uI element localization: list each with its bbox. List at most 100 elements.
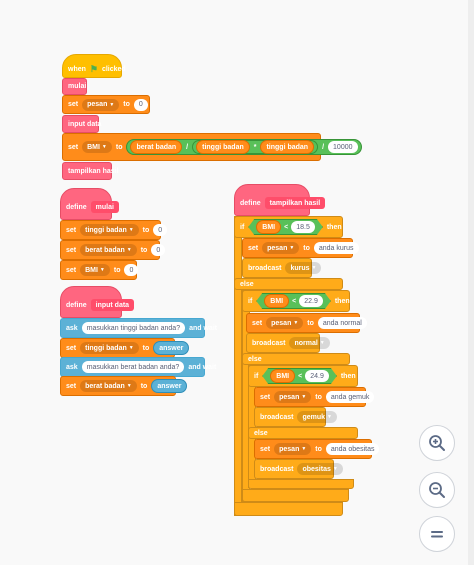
vertical-scrollbar[interactable] [468, 0, 474, 565]
call-tampilkan-hasil-block[interactable]: tampilkan hasil [62, 162, 119, 180]
answer-reporter[interactable]: answer [151, 379, 188, 393]
broadcast-gemuk-block[interactable]: broadcast gemuk ▼ [254, 407, 337, 427]
set-pesan-gemuk-block[interactable]: set pesan ▼ to anda gemuk [254, 387, 375, 407]
else-label: else [240, 280, 254, 288]
call-label: mulai [68, 83, 87, 90]
and-wait-label: and wait [188, 363, 217, 371]
procedure-name: input data [90, 299, 135, 311]
variable-dropdown[interactable]: pesan ▼ [266, 317, 304, 329]
variable-dropdown[interactable]: pesan ▼ [82, 98, 120, 111]
variable-dropdown[interactable]: BMI ▼ [82, 141, 112, 153]
tinggi-badan-reporter[interactable]: tinggi badan [196, 140, 250, 154]
broadcast-obesitas-block[interactable]: broadcast obesitas ▼ [254, 459, 343, 479]
define-tampilkan-hasil-block[interactable]: define tampilkan hasil [234, 184, 326, 216]
less-than-operator[interactable]: BMI < 18.5 [248, 219, 323, 235]
if-bmi-lt-18-5-block[interactable]: if BMI < 18.5 then [234, 216, 343, 238]
chevron-down-icon: ▼ [293, 320, 299, 326]
set-pesan-kurus-block[interactable]: set pesan ▼ to anda kurus [242, 238, 359, 258]
divide-label: / [186, 143, 189, 151]
call-mulai-block[interactable]: mulai [62, 78, 87, 95]
chevron-down-icon: ▼ [101, 144, 107, 150]
set-label: set [68, 101, 79, 108]
variable-dropdown[interactable]: pesan ▼ [274, 391, 312, 403]
to-label: to [113, 266, 121, 274]
question-input[interactable]: masukkan berat badan anda? [81, 361, 185, 373]
value-input[interactable]: anda normal [317, 317, 367, 329]
variable-dropdown[interactable]: pesan ▼ [262, 242, 300, 254]
threshold-input[interactable]: 18.5 [291, 221, 315, 233]
value-input[interactable]: anda obesitas [325, 443, 380, 455]
chevron-down-icon: ▼ [311, 265, 317, 271]
set-bmi-zero-block[interactable]: set BMI ▼ to 0 [60, 260, 139, 280]
berat-badan-reporter[interactable]: berat badan [130, 140, 183, 154]
variable-dropdown[interactable]: tinggi badan ▼ [80, 224, 139, 236]
define-input-data-block[interactable]: define input data [60, 286, 135, 318]
to-label: to [123, 101, 130, 108]
value-input[interactable]: 0 [133, 98, 148, 111]
zoom-out-button[interactable] [419, 472, 455, 508]
bmi-reporter[interactable]: BMI [264, 294, 289, 308]
message-dropdown[interactable]: obesitas ▼ [297, 463, 343, 475]
less-than-operator[interactable]: BMI < 22.9 [256, 293, 331, 309]
set-berat-badan-block[interactable]: set berat badan ▼ to 0 [60, 240, 166, 260]
to-label: to [140, 246, 148, 254]
answer-reporter[interactable]: answer [153, 341, 190, 355]
dropdown-label: berat badan [85, 246, 125, 254]
dropdown-label: pesan [279, 393, 300, 401]
divide-operator[interactable]: berat badan / tinggi badan * tinggi bada… [126, 139, 362, 155]
value-input[interactable]: anda gemuk [325, 391, 375, 403]
set-tinggi-answer-block[interactable]: set tinggi badan ▼ to answer [60, 338, 190, 358]
multiply-operator[interactable]: tinggi badan * tinggi badan [192, 140, 319, 154]
chevron-down-icon: ▼ [126, 247, 132, 253]
else-label: else [254, 429, 268, 437]
ask-tinggi-block[interactable]: ask masukkan tinggi badan anda? and wait [60, 318, 217, 338]
set-berat-answer-block[interactable]: set berat badan ▼ to answer [60, 376, 188, 396]
tinggi-badan-reporter[interactable]: tinggi badan [260, 140, 315, 154]
threshold-input[interactable]: 24.9 [305, 370, 329, 382]
value-input[interactable]: 0 [124, 264, 139, 276]
divisor-input[interactable]: 10000 [328, 141, 358, 153]
if-bmi-lt-22-9-block[interactable]: if BMI < 22.9 then [242, 290, 350, 312]
broadcast-normal-block[interactable]: broadcast normal ▼ [246, 333, 330, 353]
message-dropdown[interactable]: normal ▼ [289, 337, 330, 349]
set-label: set [66, 344, 77, 352]
variable-dropdown[interactable]: berat badan ▼ [80, 244, 137, 256]
variable-dropdown[interactable]: tinggi badan ▼ [80, 342, 139, 354]
less-than-operator[interactable]: BMI < 24.9 [262, 368, 337, 384]
define-mulai-block[interactable]: define mulai [60, 188, 119, 220]
broadcast-kurus-block[interactable]: broadcast kurus ▼ [242, 258, 322, 278]
dropdown-label: obesitas [302, 465, 331, 473]
message-dropdown[interactable]: kurus ▼ [285, 262, 322, 274]
message-dropdown[interactable]: gemuk ▼ [297, 411, 337, 423]
broadcast-label: broadcast [260, 413, 294, 421]
bmi-reporter[interactable]: BMI [270, 369, 295, 383]
dropdown-label: BMI [87, 143, 100, 151]
zoom-in-button[interactable] [419, 425, 455, 461]
ask-berat-block[interactable]: ask masukkan berat badan anda? and wait [60, 357, 216, 377]
if-bmi-lt-24-9-block[interactable]: if BMI < 24.9 then [248, 365, 358, 387]
less-than-label: < [284, 223, 289, 231]
zoom-reset-button[interactable] [419, 516, 455, 552]
to-label: to [307, 319, 314, 327]
threshold-input[interactable]: 22.9 [299, 295, 323, 307]
script-canvas[interactable]: when ⚑ clicked mulai set pesan ▼ to 0 in… [0, 0, 474, 565]
variable-dropdown[interactable]: berat badan ▼ [80, 380, 137, 392]
dropdown-label: normal [294, 339, 318, 347]
value-input[interactable]: anda kurus [313, 242, 359, 254]
set-tinggi-badan-block[interactable]: set tinggi badan ▼ to 0 [60, 220, 168, 240]
call-input-data-block[interactable]: input data [62, 115, 101, 133]
variable-dropdown[interactable]: pesan ▼ [274, 443, 312, 455]
bmi-reporter[interactable]: BMI [256, 220, 281, 234]
when-flag-clicked-block[interactable]: when ⚑ clicked [62, 54, 126, 78]
set-bmi-block[interactable]: set BMI ▼ to berat badan / tinggi badan … [62, 133, 362, 161]
question-input[interactable]: masukkan tinggi badan anda? [81, 322, 186, 334]
value-input[interactable]: 0 [153, 224, 168, 236]
set-pesan-obesitas-block[interactable]: set pesan ▼ to anda obesitas [254, 439, 380, 459]
set-pesan-normal-block[interactable]: set pesan ▼ to anda normal [246, 313, 367, 333]
to-label: to [315, 393, 322, 401]
variable-dropdown[interactable]: BMI ▼ [80, 264, 110, 276]
set-pesan-block[interactable]: set pesan ▼ to 0 [62, 95, 150, 114]
set-label: set [66, 266, 77, 274]
value-input[interactable]: 0 [151, 244, 166, 256]
to-label: to [315, 445, 322, 453]
